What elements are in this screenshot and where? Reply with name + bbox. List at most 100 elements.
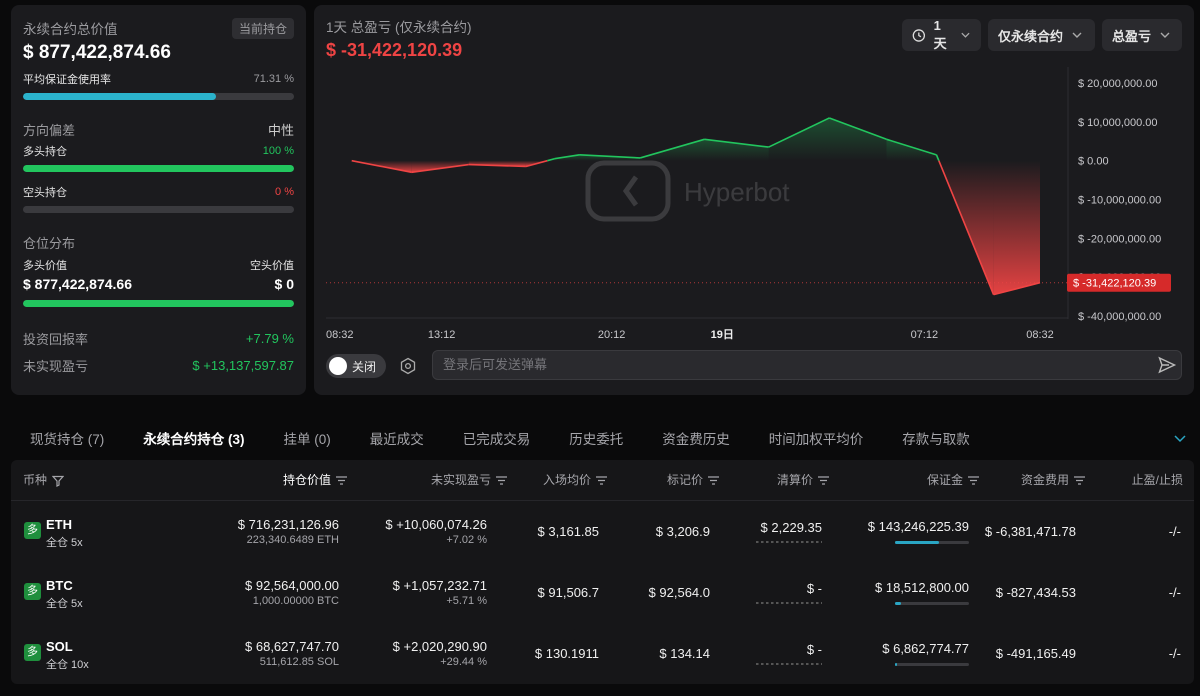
x-tick-label: 20:12 <box>598 329 626 340</box>
table-row[interactable]: 多 ETH 全仓 5x $ 716,231,126.96 223,340.6489 ET… <box>11 501 1194 561</box>
unrealized-pnl-label: 未实现盈亏 <box>23 359 89 374</box>
tab-3[interactable]: 最近成交 <box>370 428 424 448</box>
sort-icon[interactable] <box>596 476 607 485</box>
y-tick-label: $ -10,000,000.00 <box>1078 195 1161 207</box>
bias-value: 中性 <box>267 123 294 138</box>
long-value-label: 多头价值 <box>23 260 67 272</box>
send-icon[interactable] <box>1157 355 1177 375</box>
unrealized-pnl: $ +10,060,074.26 <box>385 517 487 532</box>
margin-mode: 全仓 10x <box>46 659 89 671</box>
funding-fee: $ -491,165.49 <box>995 646 1076 661</box>
position-value: $ 92,564,000.00 <box>245 578 339 593</box>
column-header-5[interactable]: 清算价 <box>777 460 829 500</box>
settings-icon[interactable] <box>399 357 417 375</box>
sort-icon[interactable] <box>968 476 979 485</box>
column-header-1[interactable]: 持仓价值 <box>283 460 347 500</box>
summary-panel: 永续合约总价值 当前持仓 $ 877,422,874.66 平均保证金使用率 7… <box>11 5 306 395</box>
danmaku-input[interactable]: 登录后可发送弹幕 <box>432 350 1182 380</box>
pnl-line-chart: Hyperbot $ 20,000,000.00 $ 10,000,000.00 $… <box>326 67 1171 340</box>
unrealized-pnl-pct: +7.02 % <box>446 534 487 546</box>
unrealized-pnl-pct: +5.71 % <box>446 595 487 607</box>
x-tick-label: 08:32 <box>326 329 354 340</box>
x-tick-label: 08:32 <box>1026 329 1054 340</box>
loss-area <box>993 160 1040 295</box>
funding-fee: $ -6,381,471.78 <box>984 524 1076 539</box>
column-header-6[interactable]: 保证金 <box>927 460 979 500</box>
margin-usage-label: 平均保证金使用率 <box>23 74 111 86</box>
column-header-4[interactable]: 标记价 <box>667 460 719 500</box>
tab-6[interactable]: 资金费历史 <box>662 428 730 448</box>
margin-bar-fill <box>895 602 901 605</box>
y-tick-label: $ 0.00 <box>1078 156 1109 168</box>
tab-1[interactable]: 永续合约持仓 (3) <box>143 428 244 448</box>
sort-icon[interactable] <box>818 476 829 485</box>
table-row[interactable]: 多 BTC 全仓 5x $ 92,564,000.00 1,000.00000 BTC $… <box>11 562 1194 622</box>
side-badge: 多 <box>24 583 41 600</box>
column-header-label: 未实现盈亏 <box>430 473 491 487</box>
margin-value: $ 6,862,774.77 <box>882 641 969 656</box>
funding-fee: $ -827,434.53 <box>995 585 1076 600</box>
liquidation-distance-bar <box>756 663 822 665</box>
profit-area <box>886 139 937 161</box>
tab-4[interactable]: 已完成交易 <box>463 428 531 448</box>
profit-area <box>768 117 830 161</box>
entry-price: $ 91,506.7 <box>537 585 599 600</box>
long-position-label: 多头持仓 <box>23 146 67 158</box>
tab-8[interactable]: 存款与取款 <box>902 428 970 448</box>
toggle-label: 关闭 <box>352 359 377 374</box>
column-header-label: 资金费用 <box>1020 473 1069 487</box>
roi-label: 投资回报率 <box>23 332 89 347</box>
mark-price: $ 92,564.0 <box>648 585 710 600</box>
side-badge: 多 <box>24 644 41 661</box>
short-value-label: 空头价值 <box>250 260 294 272</box>
y-tick-label: $ -40,000,000.00 <box>1078 311 1161 323</box>
margin-bar-fill <box>895 663 898 666</box>
filter-icon[interactable] <box>51 475 65 487</box>
tab-0[interactable]: 现货持仓 (7) <box>30 428 104 448</box>
column-header-label: 入场均价 <box>542 473 591 487</box>
margin-bar <box>895 541 969 544</box>
total-value: $ 877,422,874.66 <box>23 42 171 63</box>
column-header-7[interactable]: 资金费用 <box>1021 460 1085 500</box>
sort-icon[interactable] <box>336 476 347 485</box>
short-position-label: 空头持仓 <box>23 187 67 199</box>
tab-5[interactable]: 历史委托 <box>569 428 623 448</box>
current-positions-button[interactable]: 当前持仓 <box>231 17 294 39</box>
tp-sl: -/- <box>1168 585 1181 600</box>
sort-icon[interactable] <box>496 476 507 485</box>
column-header-2[interactable]: 未实现盈亏 <box>431 460 507 500</box>
chart-toggle[interactable]: 关闭 <box>326 354 386 378</box>
column-header-0[interactable]: 币种 <box>23 460 65 500</box>
tp-sl: -/- <box>1168 646 1181 661</box>
y-tick-label: $ -20,000,000.00 <box>1078 233 1161 245</box>
watermark-text: Hyperbot <box>684 177 790 207</box>
tp-sl: -/- <box>1168 524 1181 539</box>
sort-icon[interactable] <box>1074 476 1085 485</box>
sort-icon[interactable] <box>708 476 719 485</box>
liquidation-distance-bar <box>756 541 822 543</box>
x-tick-label: 13:12 <box>428 329 456 340</box>
column-header-label: 标记价 <box>666 473 703 487</box>
y-tick-label: $ 20,000,000.00 <box>1078 78 1158 90</box>
liquidation-price: $ 2,229.35 <box>760 520 822 535</box>
coin-symbol: BTC <box>46 578 73 593</box>
positions-tabs: 现货持仓 (7) 永续合约持仓 (3) 挂单 (0) 最近成交 已完成交易 历史委托 资金费… <box>11 420 1194 456</box>
current-value-tag: $ -31,422,120.39 <box>1067 273 1171 292</box>
unrealized-pnl: $ +1,057,232.71 <box>392 578 487 593</box>
column-header-3[interactable]: 入场均价 <box>543 460 607 500</box>
short-position-bar <box>23 206 294 213</box>
long-value: $ 877,422,874.66 <box>23 276 132 292</box>
short-position-pct: 0 % <box>275 186 294 198</box>
chevron-down-icon[interactable] <box>1173 431 1187 445</box>
tab-7[interactable]: 时间加权平均价 <box>769 428 864 448</box>
x-tick-label: 19日 <box>711 328 734 340</box>
table-row[interactable]: 多 SOL 全仓 10x $ 68,627,747.70 511,612.85 SOL $… <box>11 623 1194 683</box>
column-header-label: 持仓价值 <box>282 473 331 487</box>
coin-symbol: SOL <box>46 639 73 654</box>
distribution-bar <box>23 300 294 307</box>
tab-2[interactable]: 挂单 (0) <box>284 428 331 448</box>
unrealized-pnl: $ +2,020,290.90 <box>392 639 487 654</box>
liquidation-price: $ - <box>806 581 822 596</box>
roi-value: +7.79 % <box>245 331 294 346</box>
margin-value: $ 143,246,225.39 <box>867 519 969 534</box>
